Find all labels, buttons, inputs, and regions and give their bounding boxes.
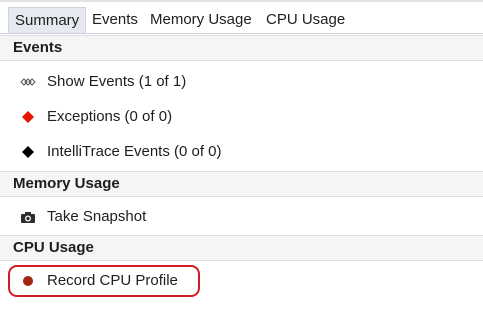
- black-diamond-icon: [20, 137, 36, 167]
- tab-memory-usage[interactable]: Memory Usage: [144, 7, 258, 33]
- record-cpu-profile-label: Record CPU Profile: [47, 272, 178, 289]
- tab-underline: [0, 33, 483, 34]
- take-snapshot-label: Take Snapshot: [47, 208, 147, 225]
- camera-icon: [20, 202, 36, 232]
- exceptions-row[interactable]: Exceptions (0 of 0): [0, 102, 483, 132]
- record-cpu-profile-row[interactable]: Record CPU Profile: [0, 266, 483, 296]
- record-icon: [20, 266, 36, 296]
- show-events-row[interactable]: Show Events (1 of 1): [0, 67, 483, 97]
- diagnostic-tools-window: Summary Events Memory Usage CPU Usage Ev…: [0, 0, 483, 321]
- take-snapshot-row[interactable]: Take Snapshot: [0, 202, 483, 232]
- tab-events[interactable]: Events: [86, 7, 144, 33]
- red-diamond-icon: [20, 102, 36, 132]
- tab-strip: Summary Events Memory Usage CPU Usage: [0, 0, 483, 34]
- exceptions-label: Exceptions (0 of 0): [47, 108, 173, 125]
- events-section-header: Events: [0, 35, 483, 61]
- tab-cpu-usage[interactable]: CPU Usage: [260, 7, 351, 33]
- memory-usage-section-header: Memory Usage: [0, 171, 483, 197]
- intellitrace-events-label: IntelliTrace Events (0 of 0): [47, 143, 222, 160]
- tab-summary[interactable]: Summary: [8, 7, 87, 33]
- show-events-label: Show Events (1 of 1): [47, 73, 187, 90]
- cpu-usage-section-header: CPU Usage: [0, 235, 483, 261]
- events-icon: [20, 67, 36, 97]
- tab-strip-divider: [0, 0, 483, 2]
- intellitrace-events-row[interactable]: IntelliTrace Events (0 of 0): [0, 137, 483, 167]
